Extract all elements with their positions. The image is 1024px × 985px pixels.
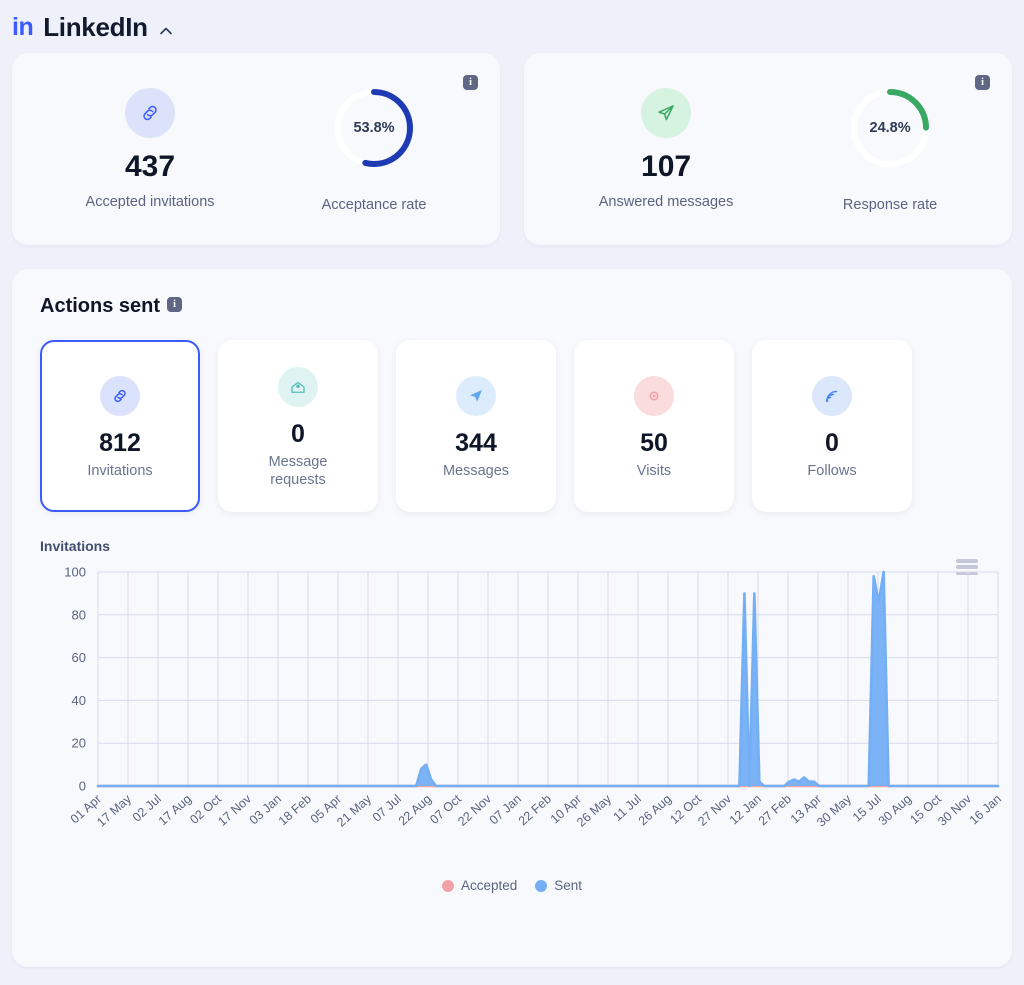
target-dot-icon — [634, 376, 674, 417]
panel-title: Actions sent — [40, 295, 161, 317]
send-plane-icon — [456, 376, 496, 417]
info-icon[interactable]: i — [975, 75, 990, 90]
action-tile-message-requests[interactable]: 0 Message requests — [218, 340, 378, 512]
response-card: i 107 Answered messages 24.8% Response r… — [524, 53, 1012, 245]
legend-label: Sent — [554, 878, 583, 893]
answered-messages-metric: 107 Answered messages — [598, 87, 734, 211]
send-plane-icon — [641, 87, 692, 138]
response-rate-donut: 24.8% Response rate — [843, 86, 937, 213]
svg-text:17 Aug: 17 Aug — [156, 792, 194, 828]
chart-legend: Accepted Sent — [40, 878, 984, 893]
legend-item-sent[interactable]: Sent — [535, 878, 582, 893]
actions-sent-panel: Actions sent i 812 Invitations 0 Message r… — [12, 269, 1012, 967]
summary-cards-row: i 437 Accepted invitations 53.8% Accepta… — [0, 53, 1024, 245]
invitations-line-chart: 02040608010001 Apr17 May02 Jul17 Aug02 O… — [64, 565, 1004, 830]
svg-text:0: 0 — [79, 779, 86, 794]
page-header: in LinkedIn — [0, 0, 1024, 53]
action-tile-follows[interactable]: 0 Follows — [752, 340, 912, 512]
chevron-up-icon[interactable] — [158, 23, 174, 39]
legend-item-accepted[interactable]: Accepted — [441, 878, 518, 893]
acceptance-card: i 437 Accepted invitations 53.8% Accepta… — [12, 53, 500, 245]
page-title: LinkedIn — [43, 12, 148, 42]
inbox-envelope-icon — [278, 367, 318, 408]
link-icon — [100, 376, 140, 417]
linkedin-logo-icon: in — [12, 13, 34, 41]
panel-header: Actions sent i — [40, 295, 984, 318]
tile-value: 812 — [99, 429, 141, 458]
tile-label: Message requests — [268, 453, 328, 488]
svg-text:22 Feb: 22 Feb — [516, 792, 554, 828]
svg-text:22 Aug: 22 Aug — [396, 792, 434, 828]
tile-value: 0 — [825, 429, 839, 458]
svg-text:18 Feb: 18 Feb — [276, 792, 314, 828]
tile-label: Visits — [636, 462, 672, 479]
svg-text:26 Aug: 26 Aug — [636, 792, 674, 828]
tile-label: Follows — [807, 462, 857, 479]
rss-feed-icon — [812, 376, 852, 417]
acceptance-rate-donut: 53.8% Acceptance rate — [321, 86, 427, 213]
donut-value: 53.8% — [353, 119, 395, 136]
info-icon[interactable]: i — [463, 75, 478, 90]
action-tiles: 812 Invitations 0 Message requests 344 Mess… — [40, 340, 984, 512]
svg-text:27 Feb: 27 Feb — [756, 792, 794, 828]
legend-label: Accepted — [460, 878, 518, 893]
legend-dot — [441, 879, 454, 892]
tile-value: 0 — [291, 420, 305, 449]
svg-text:30 May: 30 May — [814, 791, 854, 829]
svg-text:100: 100 — [64, 565, 86, 580]
svg-text:80: 80 — [72, 607, 86, 622]
action-tile-visits[interactable]: 50 Visits — [574, 340, 734, 512]
action-tile-messages[interactable]: 344 Messages — [396, 340, 556, 512]
svg-text:27 Nov: 27 Nov — [695, 791, 734, 828]
metric-label: Answered messages — [598, 194, 734, 211]
tile-value: 344 — [455, 429, 497, 458]
svg-text:17 Nov: 17 Nov — [215, 791, 254, 828]
svg-text:40: 40 — [72, 693, 86, 708]
svg-text:16 Jan: 16 Jan — [967, 792, 1004, 828]
donut-value: 24.8% — [869, 119, 911, 136]
svg-text:21 May: 21 May — [334, 791, 374, 829]
link-icon — [125, 87, 176, 138]
svg-text:60: 60 — [72, 650, 86, 665]
tile-value: 50 — [640, 429, 668, 458]
tile-label: Messages — [442, 462, 510, 479]
legend-dot — [535, 879, 548, 892]
accepted-invitations-metric: 437 Accepted invitations — [85, 87, 215, 211]
action-tile-invitations[interactable]: 812 Invitations — [40, 340, 200, 512]
svg-text:30 Nov: 30 Nov — [935, 791, 974, 828]
chart-title: Invitations — [40, 538, 111, 554]
chart-plot-area: 0 20 40 60 80 100 01 Apr 17 May 02 Jul 17 Aug 02 O… — [40, 564, 1004, 874]
invitations-chart-section: Invitations 0 20 40 60 80 100 01 Apr 17 May 02 J… — [40, 538, 1004, 893]
donut-label: Response rate — [842, 196, 938, 213]
svg-text:30 Aug: 30 Aug — [876, 792, 914, 828]
metric-value: 437 — [125, 149, 176, 183]
svg-text:26 May: 26 May — [574, 791, 614, 829]
tile-label: Invitations — [87, 462, 153, 479]
svg-text:20: 20 — [72, 736, 86, 751]
svg-text:17 May: 17 May — [94, 791, 134, 829]
metric-value: 107 — [641, 149, 692, 183]
donut-label: Acceptance rate — [321, 196, 427, 213]
info-icon[interactable]: i — [167, 297, 183, 312]
svg-text:22 Nov: 22 Nov — [455, 791, 494, 828]
metric-label: Accepted invitations — [85, 194, 215, 211]
